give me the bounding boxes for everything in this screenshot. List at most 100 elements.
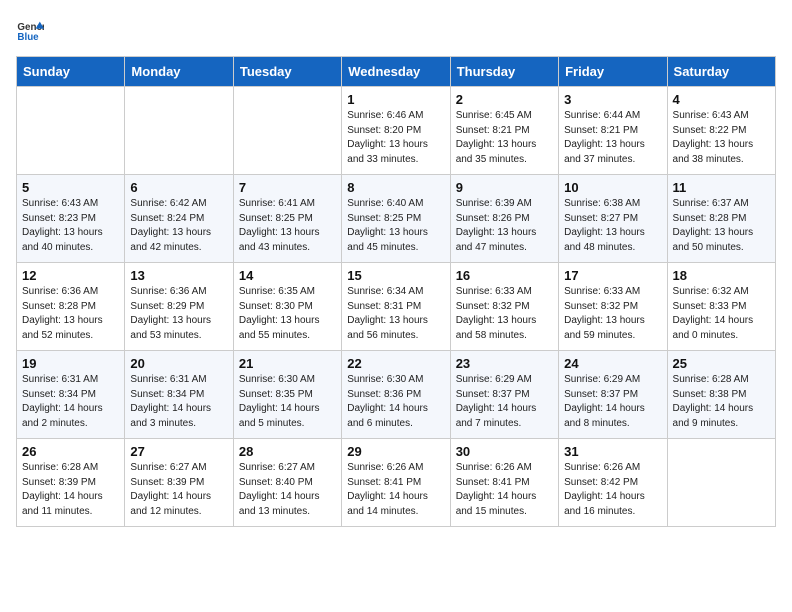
calendar-cell: 25 Sunrise: 6:28 AMSunset: 8:38 PMDayligh… (667, 351, 775, 439)
day-header-sunday: Sunday (17, 57, 125, 87)
day-number: 13 (130, 268, 227, 283)
day-info: Sunrise: 6:39 AMSunset: 8:26 PMDaylight:… (456, 197, 553, 255)
calendar-cell: 2 Sunrise: 6:45 AMSunset: 8:21 PMDaylight… (450, 87, 558, 175)
calendar-cell: 9Sunrise: 6:39 AMSunset: 8:26 PMDaylight… (450, 175, 558, 263)
day-number: 29 (347, 444, 444, 459)
day-info: Sunrise: 6:31 AMSunset: 8:34 PMDaylight:… (130, 373, 227, 431)
day-number: 4 (673, 92, 770, 107)
calendar-week-row: 1Sunrise: 6:46 AMSunset: 8:20 PMDaylight… (17, 87, 776, 175)
day-header-thursday: Thursday (450, 57, 558, 87)
day-info: Sunrise: 6:45 AMSunset: 8:21 PMDaylight:… (456, 109, 553, 167)
day-info: Sunrise: 6:38 AMSunset: 8:27 PMDaylight:… (564, 197, 661, 255)
day-number: 14 (239, 268, 336, 283)
day-info: Sunrise: 6:27 AMSunset: 8:39 PMDaylight:… (130, 461, 227, 519)
day-number: 31 (564, 444, 661, 459)
calendar-cell: 13 Sunrise: 6:36 AMSunset: 8:29 PMDayligh… (125, 263, 233, 351)
logo-icon: General Blue (16, 16, 44, 44)
day-info: Sunrise: 6:31 AMSunset: 8:34 PMDaylight:… (22, 373, 119, 431)
day-info: Sunrise: 6:33 AMSunset: 8:32 PMDaylight:… (564, 285, 661, 343)
calendar-cell: 23 Sunrise: 6:29 AMSunset: 8:37 PMDayligh… (450, 351, 558, 439)
day-header-monday: Monday (125, 57, 233, 87)
calendar-cell: 31 Sunrise: 6:26 AMSunset: 8:42 PMDayligh… (559, 439, 667, 527)
day-number: 24 (564, 356, 661, 371)
calendar-week-row: 5Sunrise: 6:43 AMSunset: 8:23 PMDaylight… (17, 175, 776, 263)
day-number: 21 (239, 356, 336, 371)
calendar-cell: 24 Sunrise: 6:29 AMSunset: 8:37 PMDayligh… (559, 351, 667, 439)
day-info: Sunrise: 6:42 AMSunset: 8:24 PMDaylight:… (130, 197, 227, 255)
day-info: Sunrise: 6:33 AMSunset: 8:32 PMDaylight:… (456, 285, 553, 343)
calendar-cell (17, 87, 125, 175)
day-number: 26 (22, 444, 119, 459)
day-number: 2 (456, 92, 553, 107)
calendar-cell: 27 Sunrise: 6:27 AMSunset: 8:39 PMDayligh… (125, 439, 233, 527)
day-number: 3 (564, 92, 661, 107)
day-number: 16 (456, 268, 553, 283)
logo: General Blue (16, 16, 48, 44)
calendar-cell: 3Sunrise: 6:44 AMSunset: 8:21 PMDaylight… (559, 87, 667, 175)
calendar-cell (125, 87, 233, 175)
day-number: 28 (239, 444, 336, 459)
calendar-cell: 8Sunrise: 6:40 AMSunset: 8:25 PMDaylight… (342, 175, 450, 263)
calendar-cell (233, 87, 341, 175)
day-number: 6 (130, 180, 227, 195)
day-header-saturday: Saturday (667, 57, 775, 87)
day-number: 17 (564, 268, 661, 283)
day-info: Sunrise: 6:28 AMSunset: 8:38 PMDaylight:… (673, 373, 770, 431)
calendar-cell: 4 Sunrise: 6:43 AMSunset: 8:22 PMDaylight… (667, 87, 775, 175)
day-info: Sunrise: 6:37 AMSunset: 8:28 PMDaylight:… (673, 197, 770, 255)
day-number: 7 (239, 180, 336, 195)
day-info: Sunrise: 6:43 AMSunset: 8:23 PMDaylight:… (22, 197, 119, 255)
day-header-wednesday: Wednesday (342, 57, 450, 87)
day-number: 8 (347, 180, 444, 195)
calendar-cell: 12Sunrise: 6:36 AMSunset: 8:28 PMDayligh… (17, 263, 125, 351)
day-info: Sunrise: 6:32 AMSunset: 8:33 PMDaylight:… (673, 285, 770, 343)
day-info: Sunrise: 6:46 AMSunset: 8:20 PMDaylight:… (347, 109, 444, 167)
day-info: Sunrise: 6:30 AMSunset: 8:36 PMDaylight:… (347, 373, 444, 431)
calendar-cell: 17 Sunrise: 6:33 AMSunset: 8:32 PMDayligh… (559, 263, 667, 351)
day-number: 11 (673, 180, 770, 195)
calendar-header-row: SundayMondayTuesdayWednesdayThursdayFrid… (17, 57, 776, 87)
day-number: 19 (22, 356, 119, 371)
day-info: Sunrise: 6:34 AMSunset: 8:31 PMDaylight:… (347, 285, 444, 343)
day-number: 22 (347, 356, 444, 371)
calendar-cell: 15 Sunrise: 6:34 AMSunset: 8:31 PMDayligh… (342, 263, 450, 351)
day-info: Sunrise: 6:41 AMSunset: 8:25 PMDaylight:… (239, 197, 336, 255)
calendar-cell: 18Sunrise: 6:32 AMSunset: 8:33 PMDayligh… (667, 263, 775, 351)
calendar-cell: 21Sunrise: 6:30 AMSunset: 8:35 PMDayligh… (233, 351, 341, 439)
calendar-cell: 20Sunrise: 6:31 AMSunset: 8:34 PMDayligh… (125, 351, 233, 439)
calendar-cell (667, 439, 775, 527)
page-header: General Blue (16, 16, 776, 44)
calendar-cell: 30 Sunrise: 6:26 AMSunset: 8:41 PMDayligh… (450, 439, 558, 527)
day-number: 15 (347, 268, 444, 283)
calendar-cell: 5Sunrise: 6:43 AMSunset: 8:23 PMDaylight… (17, 175, 125, 263)
day-number: 30 (456, 444, 553, 459)
day-info: Sunrise: 6:43 AMSunset: 8:22 PMDaylight:… (673, 109, 770, 167)
calendar-cell: 16 Sunrise: 6:33 AMSunset: 8:32 PMDayligh… (450, 263, 558, 351)
calendar-cell: 6 Sunrise: 6:42 AMSunset: 8:24 PMDaylight… (125, 175, 233, 263)
calendar-table: SundayMondayTuesdayWednesdayThursdayFrid… (16, 56, 776, 527)
calendar-week-row: 12Sunrise: 6:36 AMSunset: 8:28 PMDayligh… (17, 263, 776, 351)
calendar-cell: 1Sunrise: 6:46 AMSunset: 8:20 PMDaylight… (342, 87, 450, 175)
calendar-week-row: 26 Sunrise: 6:28 AMSunset: 8:39 PMDayligh… (17, 439, 776, 527)
calendar-cell: 22 Sunrise: 6:30 AMSunset: 8:36 PMDayligh… (342, 351, 450, 439)
day-info: Sunrise: 6:29 AMSunset: 8:37 PMDaylight:… (564, 373, 661, 431)
day-info: Sunrise: 6:36 AMSunset: 8:29 PMDaylight:… (130, 285, 227, 343)
day-info: Sunrise: 6:27 AMSunset: 8:40 PMDaylight:… (239, 461, 336, 519)
day-header-tuesday: Tuesday (233, 57, 341, 87)
day-info: Sunrise: 6:26 AMSunset: 8:42 PMDaylight:… (564, 461, 661, 519)
calendar-week-row: 19 Sunrise: 6:31 AMSunset: 8:34 PMDayligh… (17, 351, 776, 439)
calendar-cell: 10Sunrise: 6:38 AMSunset: 8:27 PMDayligh… (559, 175, 667, 263)
calendar-cell: 29 Sunrise: 6:26 AMSunset: 8:41 PMDayligh… (342, 439, 450, 527)
calendar-cell: 7 Sunrise: 6:41 AMSunset: 8:25 PMDaylight… (233, 175, 341, 263)
day-info: Sunrise: 6:29 AMSunset: 8:37 PMDaylight:… (456, 373, 553, 431)
day-number: 25 (673, 356, 770, 371)
day-info: Sunrise: 6:36 AMSunset: 8:28 PMDaylight:… (22, 285, 119, 343)
svg-text:Blue: Blue (17, 32, 39, 43)
calendar-cell: 26 Sunrise: 6:28 AMSunset: 8:39 PMDayligh… (17, 439, 125, 527)
day-info: Sunrise: 6:26 AMSunset: 8:41 PMDaylight:… (347, 461, 444, 519)
day-number: 23 (456, 356, 553, 371)
calendar-cell: 19 Sunrise: 6:31 AMSunset: 8:34 PMDayligh… (17, 351, 125, 439)
day-info: Sunrise: 6:26 AMSunset: 8:41 PMDaylight:… (456, 461, 553, 519)
day-number: 27 (130, 444, 227, 459)
day-info: Sunrise: 6:28 AMSunset: 8:39 PMDaylight:… (22, 461, 119, 519)
